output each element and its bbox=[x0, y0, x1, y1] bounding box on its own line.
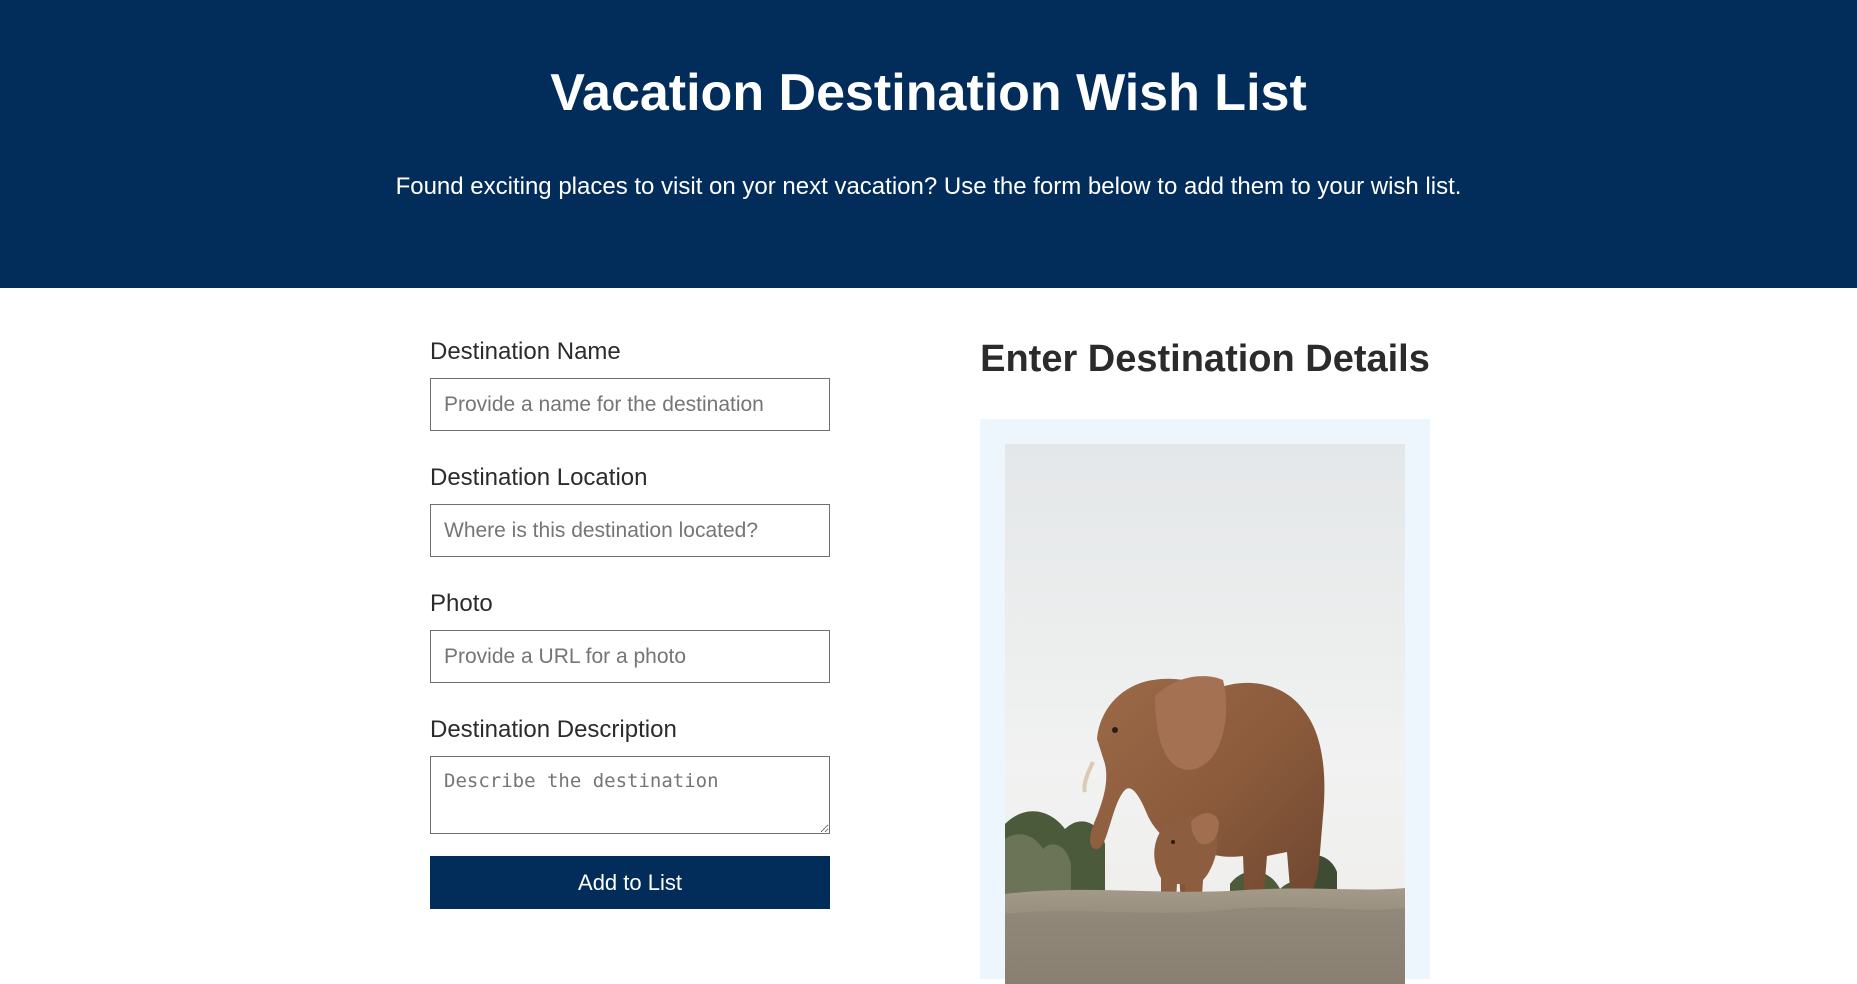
destination-location-input[interactable] bbox=[430, 504, 830, 557]
location-field-group: Destination Location bbox=[430, 462, 830, 557]
name-field-group: Destination Name bbox=[430, 336, 830, 431]
details-heading: Enter Destination Details bbox=[980, 338, 1430, 380]
destination-form: Destination Name Destination Location Ph… bbox=[430, 336, 830, 909]
page-title: Vacation Destination Wish List bbox=[550, 64, 1307, 122]
page-header: Vacation Destination Wish List Found exc… bbox=[0, 0, 1857, 288]
description-field-group: Destination Description bbox=[430, 714, 830, 834]
photo-url-label: Photo bbox=[430, 590, 493, 617]
destination-location-label: Destination Location bbox=[430, 464, 648, 491]
destination-description-label: Destination Description bbox=[430, 716, 677, 743]
photo-url-input[interactable] bbox=[430, 630, 830, 683]
destination-card bbox=[980, 419, 1430, 984]
destination-description-textarea[interactable] bbox=[430, 756, 830, 834]
destination-name-label: Destination Name bbox=[430, 338, 621, 365]
add-to-list-button[interactable]: Add to List bbox=[430, 856, 830, 909]
destination-photo bbox=[1005, 444, 1405, 984]
photo-field-group: Photo bbox=[430, 588, 830, 683]
elephant-with-calf-image bbox=[1005, 444, 1405, 984]
destination-name-input[interactable] bbox=[430, 378, 830, 431]
page-subtitle: Found exciting places to visit on yor ne… bbox=[395, 173, 1462, 200]
